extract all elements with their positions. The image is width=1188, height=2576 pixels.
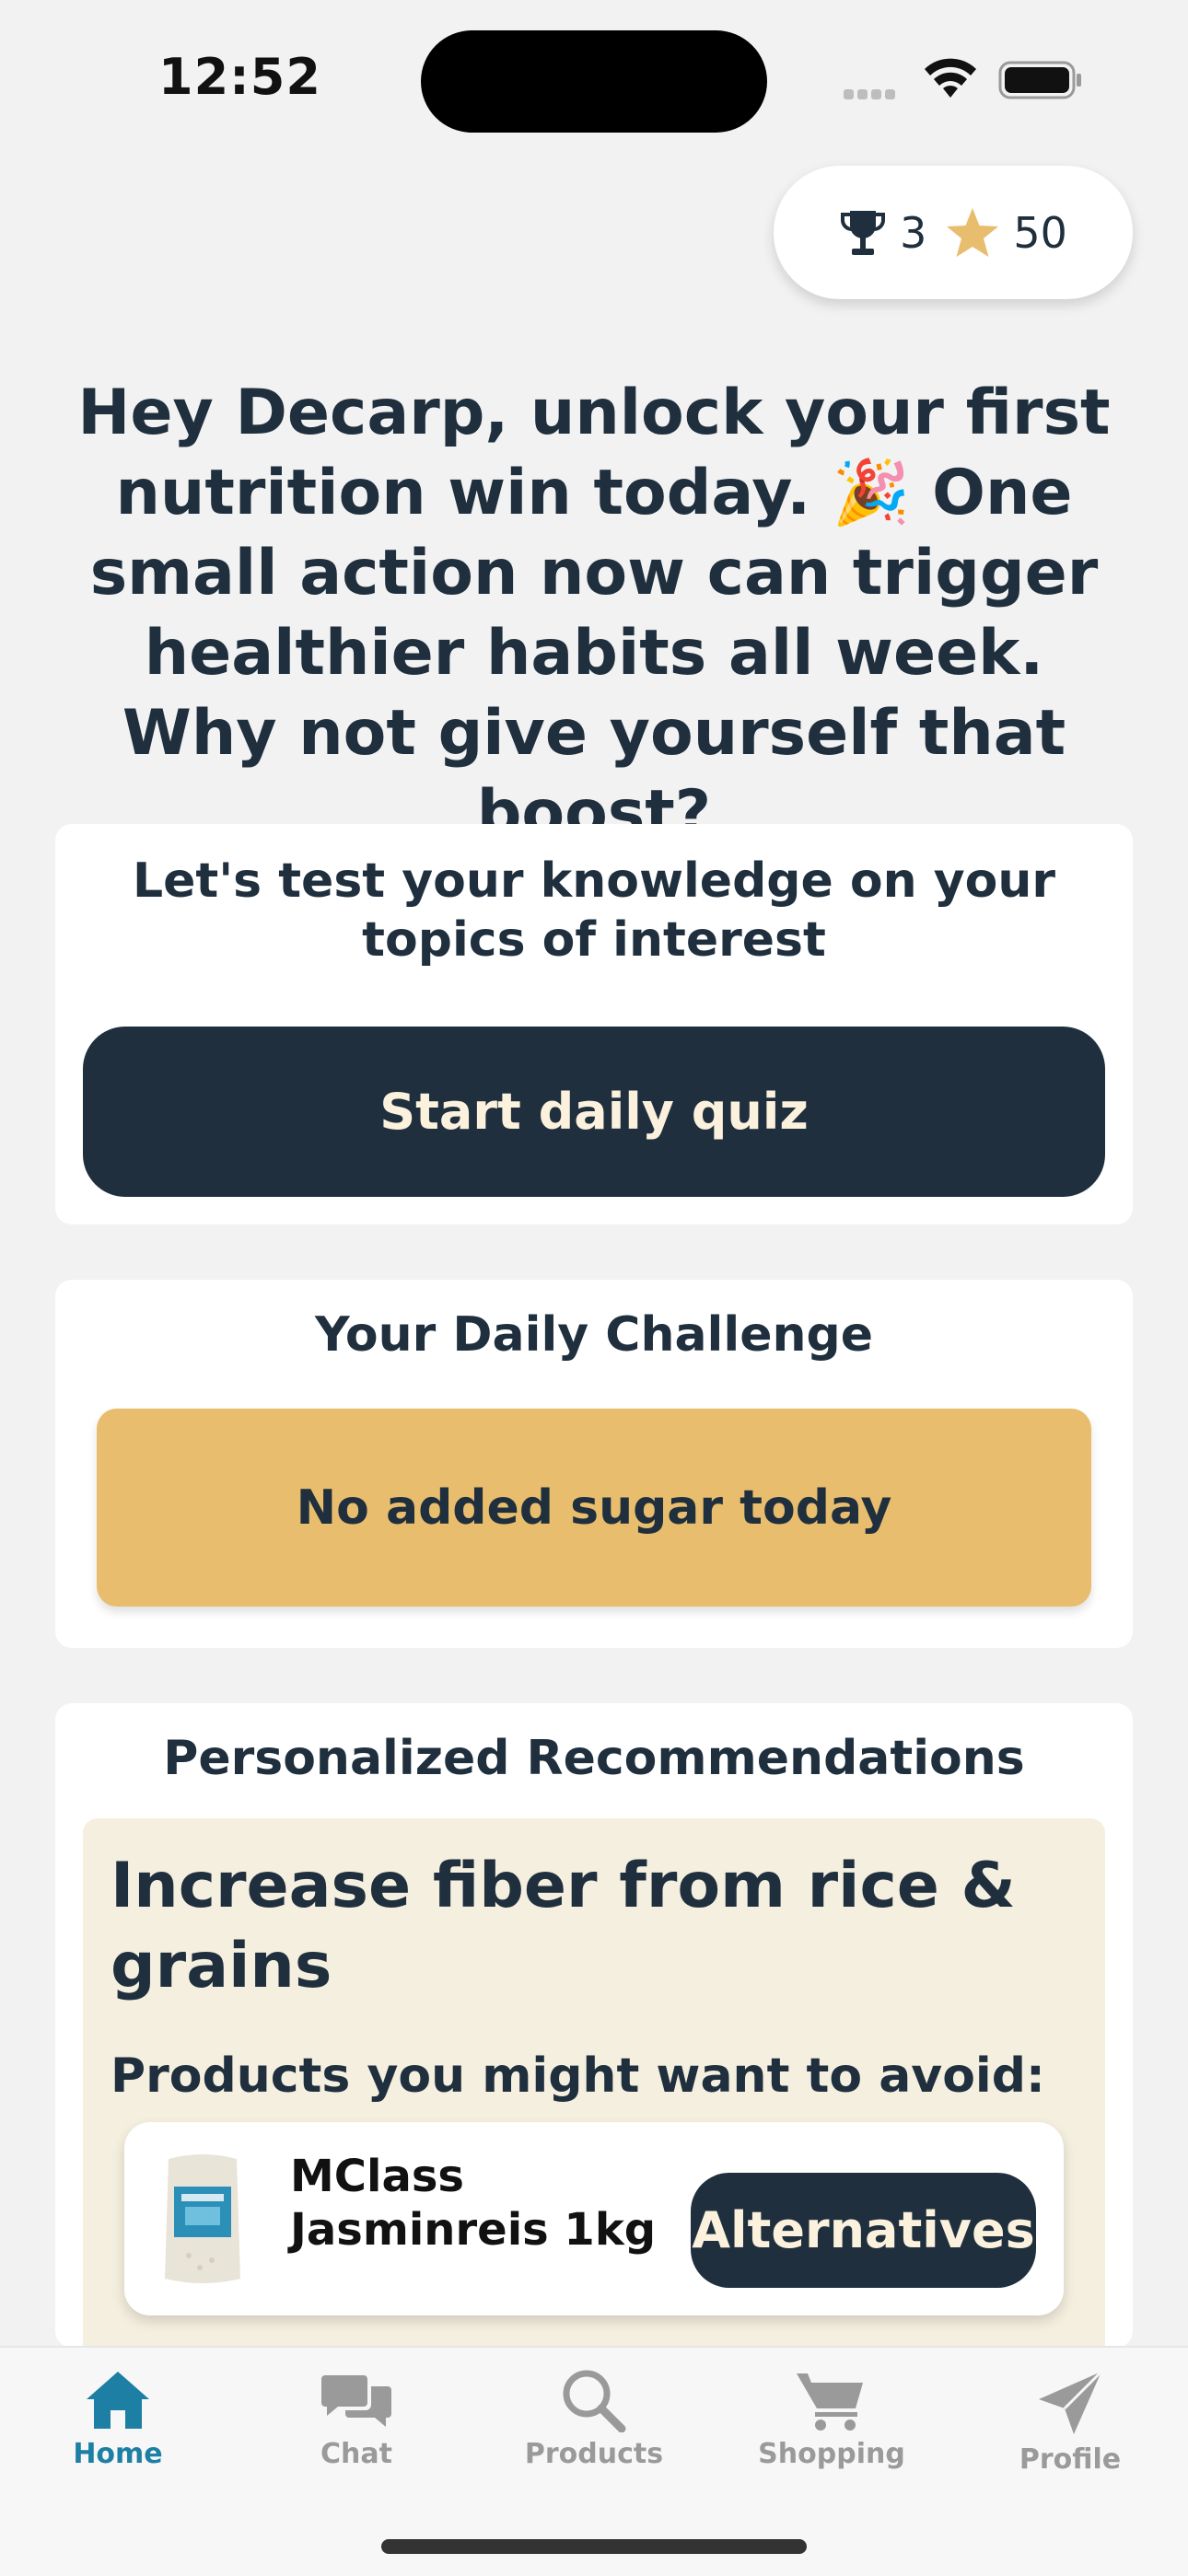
- product-image: [165, 2154, 240, 2283]
- tab-profile[interactable]: Profile: [978, 2368, 1162, 2476]
- daily-challenge-title: Your Daily Challenge: [315, 1307, 873, 1363]
- recommendations-title: Personalized Recommendations: [163, 1731, 1025, 1786]
- star-count: 50: [945, 206, 1067, 260]
- star-icon: [947, 207, 999, 257]
- recommendation-heading: Increase fiber from rice & grains: [111, 1850, 1016, 2002]
- trophy-count-value: 3: [900, 207, 927, 258]
- trophy-count: 3: [839, 207, 926, 259]
- daily-challenge-value[interactable]: No added sugar today: [97, 1409, 1091, 1607]
- tab-profile-label: Profile: [1019, 2443, 1122, 2476]
- daily-challenge-card: Your Daily Challenge No added sugar toda…: [55, 1280, 1133, 1648]
- cart-icon: [797, 2373, 863, 2431]
- status-time: 12:52: [158, 48, 321, 106]
- wifi-icon: [925, 58, 976, 98]
- paper-plane-icon: [1039, 2370, 1103, 2434]
- star-count-value: 50: [1013, 207, 1067, 258]
- recommendation-subheading: Products you might want to avoid:: [111, 2048, 1045, 2104]
- tab-products-label: Products: [524, 2438, 664, 2470]
- alternatives-button[interactable]: Alternatives: [691, 2173, 1036, 2288]
- cellular-signal-icon: [844, 86, 903, 99]
- dynamic-island: [421, 30, 767, 133]
- tab-shopping[interactable]: Shopping: [740, 2368, 924, 2470]
- chat-icon: [321, 2375, 391, 2427]
- recommendations-card: Personalized Recommendations Increase fi…: [55, 1703, 1133, 2371]
- home-icon: [87, 2372, 149, 2429]
- home-indicator[interactable]: [381, 2539, 807, 2554]
- quiz-card: Let's test your knowledge on your topics…: [55, 824, 1133, 1224]
- status-bar: 12:52: [0, 0, 1188, 157]
- tab-home[interactable]: Home: [26, 2368, 210, 2470]
- rewards-summary[interactable]: 3 50: [774, 166, 1133, 299]
- tab-home-label: Home: [73, 2438, 163, 2470]
- search-icon: [563, 2370, 626, 2432]
- tab-chat-label: Chat: [320, 2438, 392, 2470]
- product-name: MClass Jasminreis 1kg: [290, 2151, 657, 2256]
- tab-shopping-label: Shopping: [758, 2438, 905, 2470]
- start-daily-quiz-button[interactable]: Start daily quiz: [83, 1027, 1105, 1197]
- quiz-prompt: Let's test your knowledge on your topics…: [132, 853, 1056, 968]
- trophy-icon: [841, 210, 886, 255]
- motivation-headline: Hey Decarp, unlock your first nutrition …: [77, 377, 1111, 850]
- product-card[interactable]: MClass Jasminreis 1kg Alternatives: [124, 2122, 1064, 2315]
- recommendation-item: Increase fiber from rice & grains Produc…: [83, 1818, 1105, 2371]
- tab-products[interactable]: Products: [502, 2368, 686, 2470]
- battery-icon: [998, 61, 1081, 99]
- tab-chat[interactable]: Chat: [264, 2368, 448, 2470]
